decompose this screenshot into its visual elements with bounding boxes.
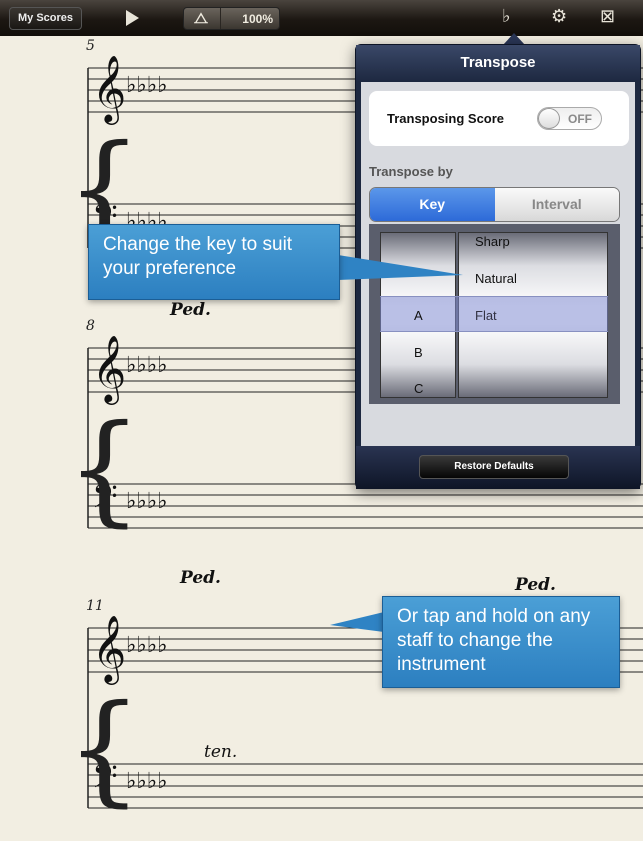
callout-pointers bbox=[330, 255, 463, 632]
callout-change-key: Change the key to suit your preference bbox=[88, 224, 340, 300]
callout-change-instrument: Or tap and hold on any staff to change t… bbox=[382, 596, 620, 688]
